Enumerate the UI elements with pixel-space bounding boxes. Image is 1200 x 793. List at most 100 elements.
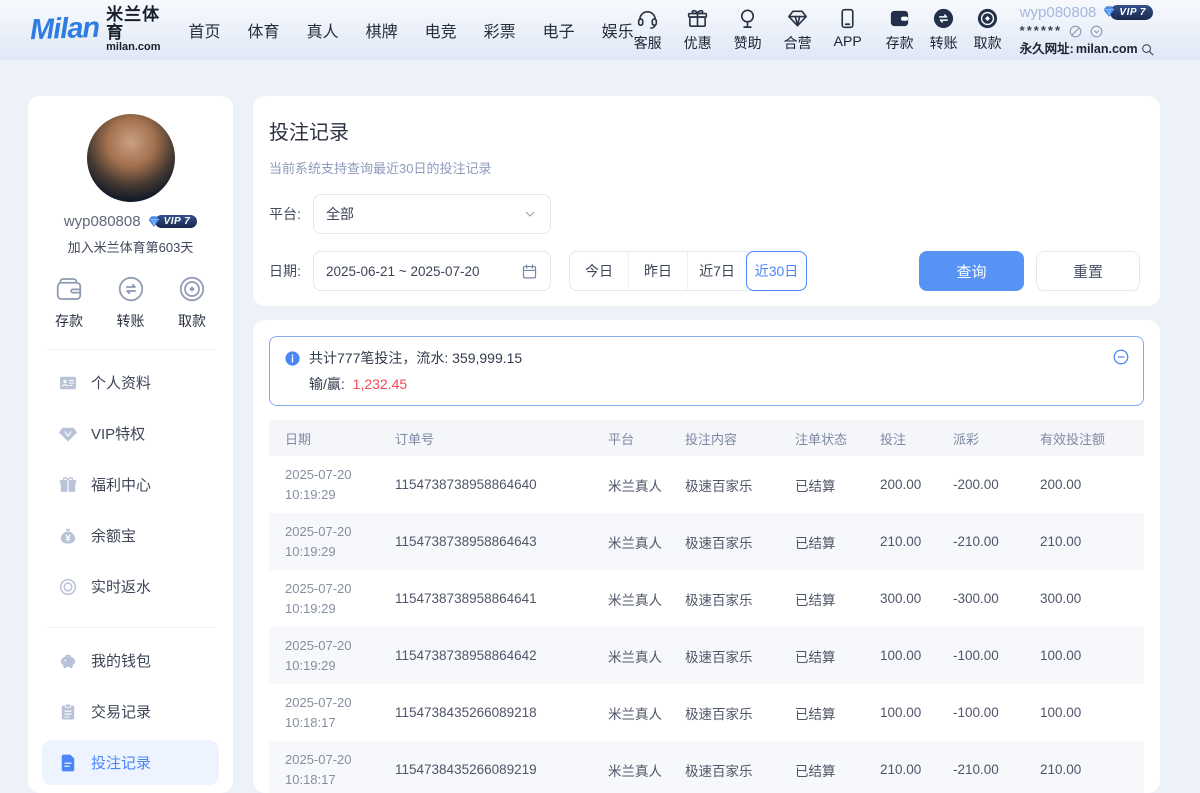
cell-platform: 米兰真人 [608, 532, 685, 552]
nav-item-8[interactable]: 娱乐 [602, 18, 634, 42]
platform-select[interactable]: 全部 [313, 194, 551, 234]
collapse-minus-icon[interactable] [1112, 348, 1130, 366]
topbar-item-withdraw-filled[interactable]: 取款 [974, 7, 1002, 53]
sidebar-item-clipboard[interactable]: 交易记录 [42, 689, 219, 734]
cell-order-no: 1154738738958864642 [395, 648, 608, 663]
range-yesterday[interactable]: 昨日 [629, 252, 688, 290]
topbar-item-transfer-filled[interactable]: 转账 [930, 7, 958, 53]
transfer-outline-icon [116, 274, 146, 304]
sidebar-item-label: VIP特权 [91, 423, 145, 444]
magnifier-icon[interactable] [1140, 42, 1155, 57]
date-range-value: 2025-06-21 ~ 2025-07-20 [326, 264, 480, 279]
sidebar-quick-withdraw[interactable]: 取款 [177, 274, 207, 331]
topbar-item-label: 存款 [886, 33, 914, 53]
sidebar-item-label: 余额宝 [91, 525, 136, 546]
sidebar-item-label: 投注记录 [91, 752, 151, 773]
table-row: 2025-07-2010:19:291154738738958864642米兰真… [269, 627, 1144, 684]
nav-item-4[interactable]: 棋牌 [366, 18, 398, 42]
search-button[interactable]: 查询 [919, 251, 1024, 291]
nav-item-6[interactable]: 彩票 [484, 18, 516, 42]
col-header-7: 派彩 [953, 429, 1040, 448]
nav-item-1[interactable]: 首页 [189, 18, 221, 42]
cell-bet: 200.00 [880, 477, 953, 492]
summary-winlose-label: 输/赢: [309, 376, 345, 392]
topbar-item-gift[interactable]: 优惠 [684, 7, 712, 53]
cell-status: 已结算 [795, 475, 880, 495]
cell-payout: -100.00 [953, 648, 1040, 663]
range-30days[interactable]: 近30日 [746, 251, 807, 291]
cell-payout: -100.00 [953, 705, 1040, 720]
cell-status: 已结算 [795, 760, 880, 780]
topbar-item-wallet-filled[interactable]: 存款 [886, 7, 914, 53]
cell-bet: 300.00 [880, 591, 953, 606]
summary-box: 共计777笔投注，流水: 359,999.15 输/赢: 1,232.45 [269, 336, 1144, 406]
eye-off-icon[interactable] [1068, 24, 1083, 39]
cell-content: 极速百家乐 [685, 760, 795, 780]
sidebar-item-vip-gem[interactable]: VIP特权 [42, 411, 219, 456]
reset-button[interactable]: 重置 [1036, 251, 1140, 291]
cell-time-value: 10:19:29 [285, 656, 395, 676]
sidebar-item-piggy[interactable]: 我的钱包 [42, 638, 219, 683]
topbar-item-headset[interactable]: 客服 [634, 7, 662, 53]
cell-order-no: 1154738435266089219 [395, 762, 608, 777]
topbar-user-info: wyp080808 VIP 7 ****** 永久网址: milan.com [1020, 3, 1170, 58]
divider [46, 349, 215, 350]
page-title: 投注记录 [269, 116, 1140, 145]
topbar-item-sponsor[interactable]: 赞助 [734, 7, 762, 53]
topbar-item-label: 赞助 [734, 33, 762, 53]
sidebar-avatar[interactable] [87, 114, 175, 202]
cell-valid-bet: 100.00 [1040, 648, 1144, 663]
cell-payout: -300.00 [953, 591, 1040, 606]
table-header-row: 日期订单号平台投注内容注单状态投注派彩有效投注额 [269, 420, 1144, 456]
cell-bet: 210.00 [880, 762, 953, 777]
topbar-item-phone[interactable]: APP [834, 7, 862, 53]
sidebar-username: wyp080808 [64, 213, 141, 230]
table-body: 2025-07-2010:19:291154738738958864640米兰真… [269, 456, 1144, 793]
cell-content: 极速百家乐 [685, 703, 795, 723]
topbar-item-partner[interactable]: 合营 [784, 7, 812, 53]
nav-item-7[interactable]: 电子 [543, 18, 575, 42]
sidebar-join-days: 加入米兰体育第603天 [40, 237, 221, 256]
cell-payout: -210.00 [953, 534, 1040, 549]
sidebar-item-welfare[interactable]: 福利中心 [42, 462, 219, 507]
date-label: 日期: [269, 261, 313, 281]
sidebar-item-id-card[interactable]: 个人资料 [42, 360, 219, 405]
range-today[interactable]: 今日 [570, 252, 629, 290]
cell-platform: 米兰真人 [608, 589, 685, 609]
sidebar-item-bet-record[interactable]: 投注记录 [42, 740, 219, 785]
sidebar-quick-transfer[interactable]: 转账 [116, 274, 146, 331]
refresh-circle-icon[interactable] [1089, 24, 1104, 39]
col-header-6: 投注 [880, 429, 953, 448]
cell-bet: 210.00 [880, 534, 953, 549]
clipboard-icon [58, 702, 78, 722]
cell-status: 已结算 [795, 532, 880, 552]
cell-date-value: 2025-07-20 [285, 750, 395, 770]
range-7days[interactable]: 近7日 [688, 252, 747, 290]
brand-logo[interactable]: Milan 米兰体育 milan.com [30, 6, 161, 53]
cell-payout: -210.00 [953, 762, 1040, 777]
sidebar: wyp080808 VIP 7 加入米兰体育第603天 存款转账取款 个人资料V… [28, 96, 233, 793]
sidebar-item-label: 实时返水 [91, 576, 151, 597]
withdraw-filled-icon [976, 7, 999, 30]
nav-item-2[interactable]: 体育 [248, 18, 280, 42]
sidebar-quick-wallet[interactable]: 存款 [54, 274, 84, 331]
divider [46, 627, 215, 628]
date-range-input[interactable]: 2025-06-21 ~ 2025-07-20 [313, 251, 551, 291]
vip-gem-icon [58, 424, 78, 444]
sidebar-item-rebate[interactable]: 实时返水 [42, 564, 219, 609]
welfare-icon [58, 475, 78, 495]
nav-item-3[interactable]: 真人 [307, 18, 339, 42]
summary-total-label: 共计777笔投注，流水: [309, 350, 448, 366]
topbar-item-label: 转账 [930, 33, 958, 53]
nav-item-5[interactable]: 电竞 [425, 18, 457, 42]
topbar-username: wyp080808 [1020, 3, 1097, 23]
sidebar-item-moneybag[interactable]: 余额宝 [42, 513, 219, 558]
cell-valid-bet: 210.00 [1040, 534, 1144, 549]
gift-icon [686, 7, 709, 30]
table-row: 2025-07-2010:18:171154738435266089218米兰真… [269, 684, 1144, 741]
chevron-down-icon [522, 206, 538, 222]
summary-total-value: 359,999.15 [452, 350, 522, 366]
cell-content: 极速百家乐 [685, 475, 795, 495]
cell-content: 极速百家乐 [685, 589, 795, 609]
sidebar-quick-label: 取款 [178, 311, 206, 331]
